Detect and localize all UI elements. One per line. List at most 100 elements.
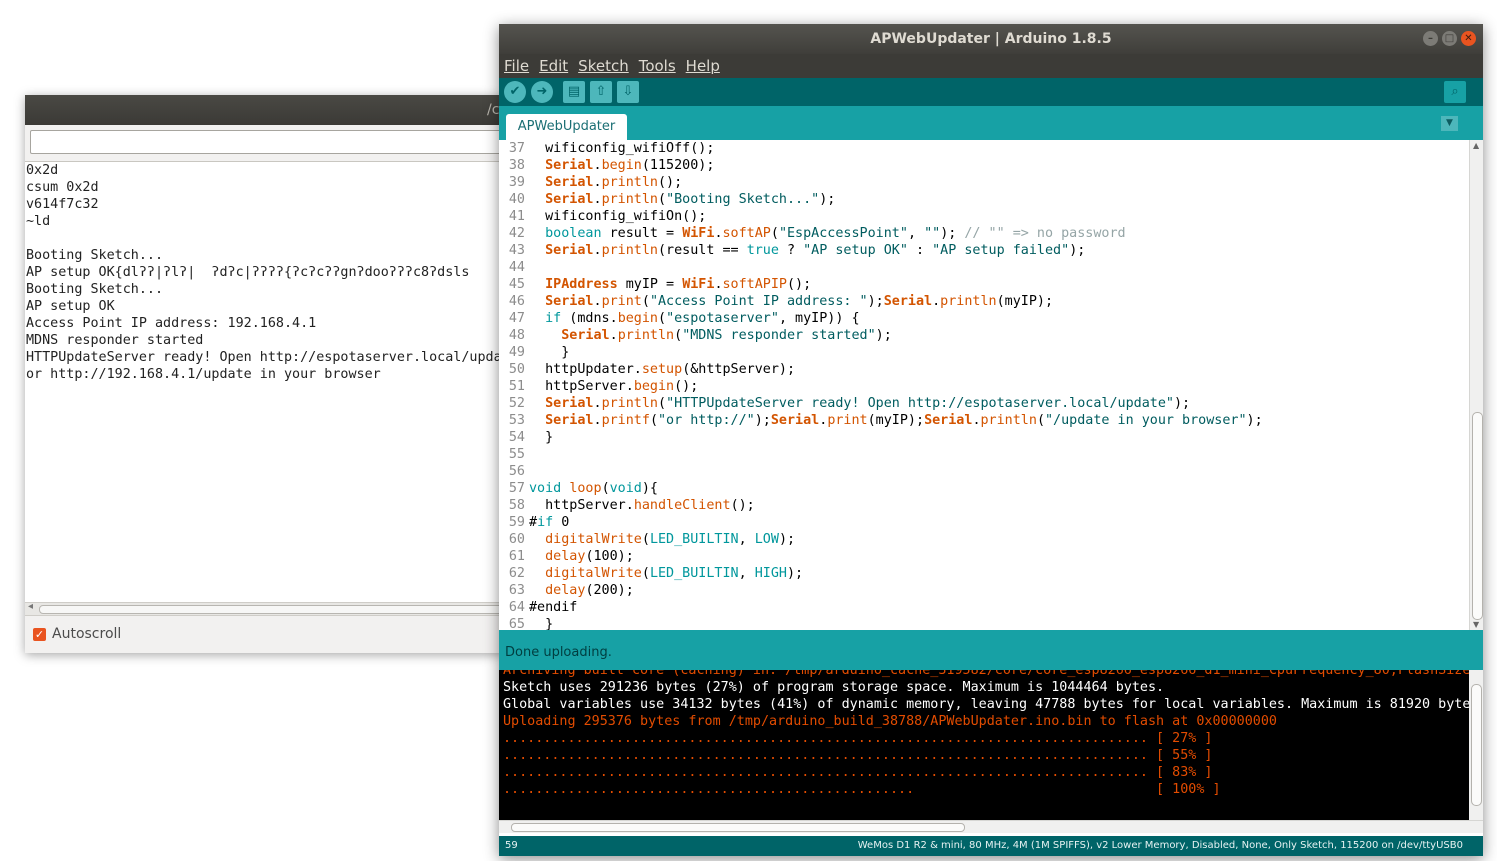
menu-sketch[interactable]: Sketch [578, 54, 629, 78]
code-text: } [529, 430, 554, 445]
code-line[interactable]: 50 httpUpdater.setup(&httpServer); [499, 361, 795, 378]
code-line[interactable]: 49 } [499, 344, 569, 361]
maximize-icon[interactable]: □ [1442, 31, 1457, 46]
arrow-right-icon[interactable]: ➜ [531, 81, 553, 103]
code-line[interactable]: 57 void loop(void){ [499, 480, 658, 497]
code-line[interactable]: 61 delay(100); [499, 548, 634, 565]
line-number: 55 [508, 447, 525, 462]
console-line: ........................................… [503, 748, 1213, 763]
serial-output-area[interactable]: 0x2d csum 0x2d v614f7c32 ~ld Booting Sketch.… [25, 161, 505, 602]
code-line[interactable]: 39 Serial.println(); [499, 174, 682, 191]
line-number: 49 [508, 345, 525, 360]
code-line[interactable]: 43 Serial.println(result == true ? "AP s… [499, 242, 1085, 259]
code-text: httpUpdater.setup(&httpServer); [529, 362, 796, 377]
line-number: 62 [508, 566, 525, 581]
arduino-ide-window: APWebUpdater | Arduino 1.8.5 – □ ✕ File … [499, 24, 1483, 856]
line-number: 61 [508, 549, 525, 564]
code-line[interactable]: 42 boolean result = WiFi.softAP("EspAcce… [499, 225, 1126, 242]
code-line[interactable]: 44 [499, 259, 529, 276]
console-line: Archiving built core (caching) in: /tmp/… [503, 670, 1469, 678]
tab-apwebupdater[interactable]: APWebUpdater [506, 114, 627, 140]
page-icon[interactable]: ▤ [563, 81, 585, 103]
line-number: 52 [508, 396, 525, 411]
code-line[interactable]: 65 } [499, 616, 553, 630]
scroll-down-arrow-icon[interactable]: ▼ [1473, 620, 1479, 629]
menubar: File Edit Sketch Tools Help [499, 54, 1483, 78]
code-text: Serial.print("Access Point IP address: "… [545, 294, 1054, 309]
code-line[interactable]: 60 digitalWrite(LED_BUILTIN, LOW); [499, 531, 795, 548]
code-line[interactable]: 51 httpServer.begin(); [499, 378, 698, 395]
scroll-up-arrow-icon[interactable]: ▲ [1473, 141, 1479, 150]
code-line[interactable]: 56 [499, 463, 529, 480]
scrollbar-thumb[interactable] [39, 605, 505, 614]
menu-tools[interactable]: Tools [639, 54, 676, 78]
scroll-left-arrow-icon[interactable]: ◂ [28, 601, 33, 612]
autoscroll-checkbox[interactable]: ✓ Autoscroll [33, 626, 121, 642]
code-text: } [529, 345, 570, 360]
code-line[interactable]: 47 if (mdns.begin("espotaserver", myIP))… [499, 310, 860, 327]
code-line[interactable]: 54 } [499, 429, 553, 446]
console-line: ........................................… [503, 765, 1213, 780]
line-number: 51 [508, 379, 525, 394]
code-text: digitalWrite(LED_BUILTIN, HIGH); [545, 566, 804, 581]
arrow-down-icon[interactable]: ⇩ [617, 81, 639, 103]
code-line[interactable]: 63 delay(200); [499, 582, 634, 599]
code-line[interactable]: 64 #endif [499, 599, 578, 616]
serial-output-line: or http://192.168.4.1/update in your bro… [26, 367, 381, 382]
code-line[interactable]: 45 IPAddress myIP = WiFi.softAPIP(); [499, 276, 811, 293]
code-line[interactable]: 53 Serial.printf("or http://");Serial.pr… [499, 412, 1263, 429]
code-line[interactable]: 41 wificonfig_wifiOn(); [499, 208, 707, 225]
menu-help[interactable]: Help [686, 54, 720, 78]
check-icon[interactable]: ✔ [504, 81, 526, 103]
editor-vertical-scrollbar[interactable]: ▲ ▼ [1469, 140, 1483, 630]
footer-bar: 59 WeMos D1 R2 & mini, 80 MHz, 4M (1M SP… [499, 836, 1483, 856]
code-line[interactable]: 37 wificonfig_wifiOff(); [499, 140, 715, 157]
line-number: 39 [508, 175, 525, 190]
code-line[interactable]: 46 Serial.print("Access Point IP address… [499, 293, 1053, 310]
minimize-icon[interactable]: – [1423, 31, 1438, 46]
line-number: 59 [508, 515, 525, 530]
console-vertical-scrollbar[interactable] [1469, 670, 1483, 820]
serial-output-line: 0x2d [26, 163, 59, 178]
close-icon[interactable]: ✕ [1461, 31, 1476, 46]
line-number: 41 [508, 209, 525, 224]
line-number: 45 [508, 277, 525, 292]
scrollbar-thumb[interactable] [1472, 412, 1483, 620]
code-text: Serial.println(); [545, 175, 683, 190]
serial-monitor-titlebar[interactable]: /c [25, 95, 505, 125]
code-line[interactable]: 48 Serial.println("MDNS responder starte… [499, 327, 892, 344]
magnifier-icon[interactable]: ⌕ [1444, 81, 1466, 103]
serial-output-line: HTTPUpdateServer ready! Open http://espo… [26, 350, 502, 365]
checkbox-check-icon[interactable]: ✓ [33, 627, 46, 641]
serial-horizontal-scrollbar[interactable]: ◂ [25, 601, 505, 616]
code-line[interactable]: 58 httpServer.handleClient(); [499, 497, 755, 514]
code-text: wificonfig_wifiOff(); [529, 141, 715, 156]
console-horizontal-scrollbar[interactable] [499, 820, 1483, 833]
code-line[interactable]: 55 [499, 446, 529, 463]
code-line[interactable]: 52 Serial.println("HTTPUpdateServer read… [499, 395, 1190, 412]
code-line[interactable]: 62 digitalWrite(LED_BUILTIN, HIGH); [499, 565, 803, 582]
chevron-down-icon[interactable]: ▼ [1441, 116, 1458, 131]
ide-titlebar[interactable]: APWebUpdater | Arduino 1.8.5 – □ ✕ [499, 24, 1483, 54]
menu-file[interactable]: File [504, 54, 529, 78]
code-editor[interactable]: 37 wificonfig_wifiOff(); 38 Serial.begin(… [499, 140, 1469, 630]
toolbar: ✔ ➜ ▤ ⇧ ⇩ ⌕ [499, 78, 1483, 106]
code-line[interactable]: 59 #if 0 [499, 514, 569, 531]
serial-output-line: ~ld [26, 214, 51, 229]
output-console[interactable]: Archiving built core (caching) in: /tmp/… [499, 670, 1469, 820]
console-line: Global variables use 34132 bytes (41%) o… [503, 697, 1469, 712]
code-line[interactable]: 38 Serial.begin(115200); [499, 157, 715, 174]
scrollbar-thumb[interactable] [511, 823, 965, 832]
scrollbar-thumb[interactable] [1471, 684, 1482, 806]
status-bar: Done uploading. [499, 636, 1483, 670]
menu-edit[interactable]: Edit [539, 54, 568, 78]
serial-output-line: v614f7c32 [26, 197, 99, 212]
code-line[interactable]: 40 Serial.println("Booting Sketch..."); [499, 191, 836, 208]
code-text: if (mdns.begin("espotaserver", myIP)) { [545, 311, 860, 326]
tab-bar: APWebUpdater ▼ [499, 106, 1483, 140]
code-text: #if 0 [529, 515, 570, 530]
code-text: boolean result = WiFi.softAP("EspAccessP… [545, 226, 1126, 241]
serial-send-input[interactable] [30, 130, 505, 154]
arrow-up-icon[interactable]: ⇧ [590, 81, 612, 103]
serial-output-line: MDNS responder started [26, 333, 204, 348]
